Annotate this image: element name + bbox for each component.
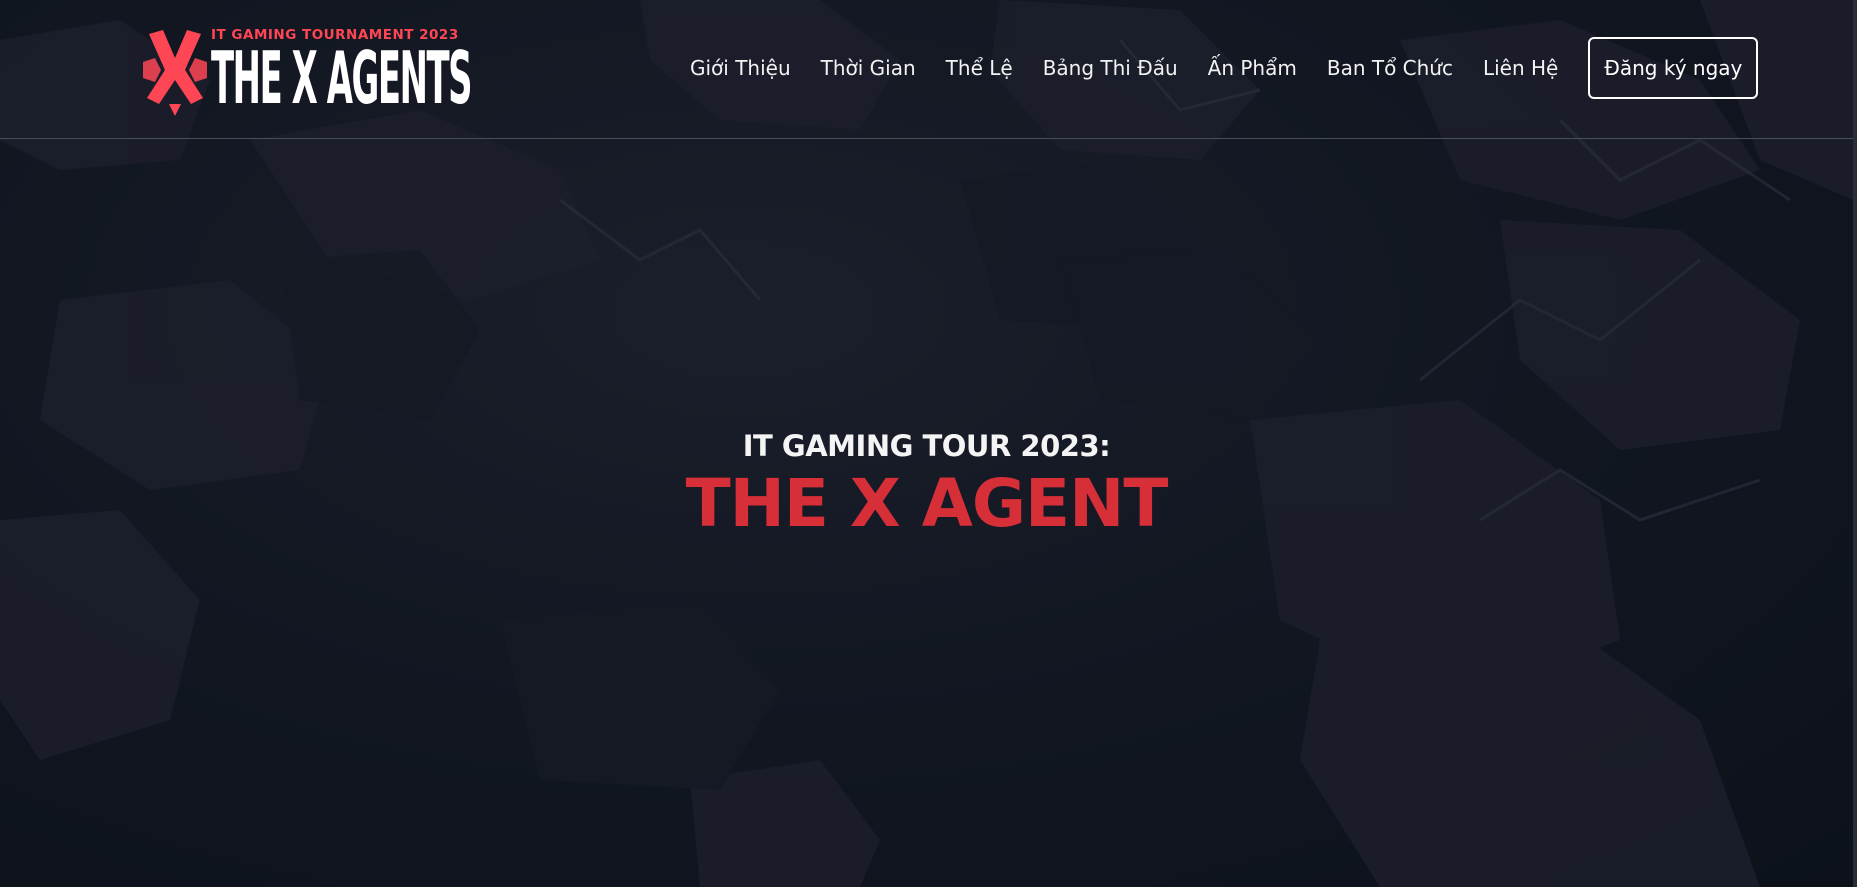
nav-link-gioi-thieu[interactable]: Giới Thiệu bbox=[690, 56, 791, 80]
scrollbar[interactable] bbox=[1853, 0, 1857, 887]
nav-link-an-pham[interactable]: Ấn Phẩm bbox=[1208, 56, 1297, 80]
x-agents-mark-icon bbox=[143, 30, 207, 116]
main-navigation: Giới Thiệu Thời Gian Thể Lệ Bảng Thi Đấu… bbox=[690, 37, 1759, 99]
nav-link-the-le[interactable]: Thể Lệ bbox=[946, 56, 1013, 80]
register-now-button[interactable]: Đăng ký ngay bbox=[1588, 37, 1759, 99]
brand-logo-link[interactable]: IT GAMING TOURNAMENT 2023 THE X AGENTS bbox=[143, 28, 483, 118]
brand-name: THE X AGENTS bbox=[211, 36, 473, 120]
nav-link-thoi-gian[interactable]: Thời Gian bbox=[821, 56, 916, 80]
hero-section: IT GAMING TOUR 2023: THE X AGENT bbox=[0, 420, 1853, 542]
page: IT GAMING TOURNAMENT 2023 THE X AGENTS G… bbox=[0, 0, 1857, 887]
hero-title: THE X AGENT bbox=[685, 465, 1169, 542]
nav-link-ban-to-chuc[interactable]: Ban Tổ Chức bbox=[1327, 56, 1453, 80]
site-header: IT GAMING TOURNAMENT 2023 THE X AGENTS G… bbox=[0, 0, 1853, 139]
nav-link-lien-he[interactable]: Liên Hệ bbox=[1483, 56, 1558, 80]
nav-link-bang-thi-dau[interactable]: Bảng Thi Đấu bbox=[1043, 56, 1178, 80]
